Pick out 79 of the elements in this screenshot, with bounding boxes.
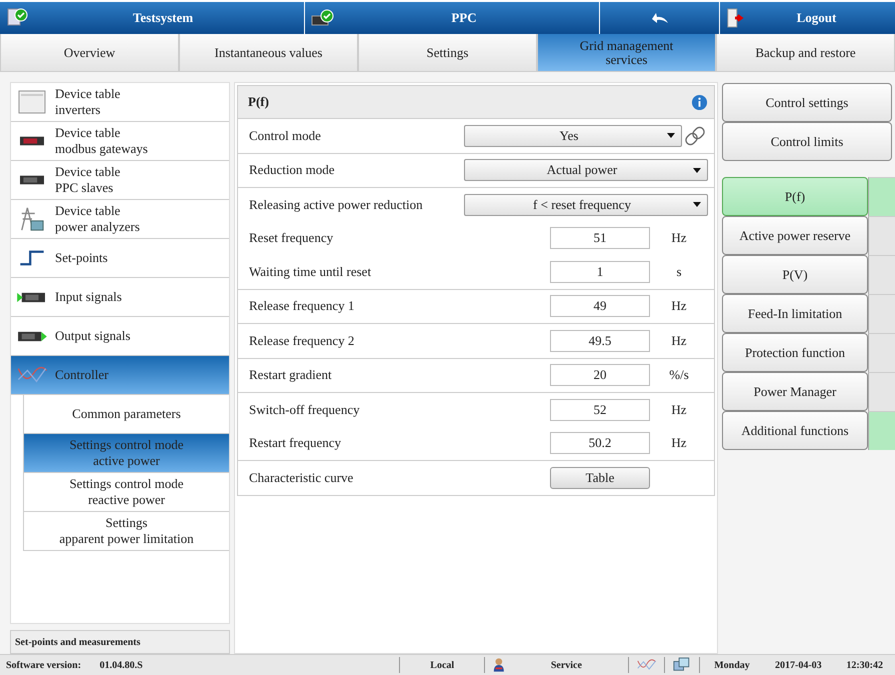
table-button[interactable]: Table: [550, 466, 650, 489]
system-bar[interactable]: Testsystem: [0, 2, 305, 34]
setting-label: Releasing active power reduction: [249, 196, 424, 213]
sidebar-item[interactable]: Controller: [11, 356, 229, 395]
info-icon[interactable]: [691, 94, 708, 110]
nav-tab[interactable]: Backup and restore: [716, 34, 895, 72]
number-field[interactable]: 49: [550, 295, 650, 318]
sidebar-subitem[interactable]: Settings control mode active power: [24, 434, 229, 473]
device-bar[interactable]: PPC: [305, 2, 600, 34]
side-button[interactable]: Control limits: [722, 122, 892, 161]
unit-label: s: [675, 264, 683, 280]
number-field[interactable]: 1: [550, 260, 650, 283]
user-role: Service: [550, 660, 583, 670]
setting-label: Control mode: [249, 128, 322, 144]
weekday: Monday: [713, 660, 751, 670]
logout-button[interactable]: Logout: [720, 2, 895, 34]
caret-icon: [693, 202, 701, 208]
system-name: Testsystem: [132, 10, 194, 26]
signal-out-icon: [17, 330, 47, 342]
time: 12:30:42: [845, 660, 884, 670]
function-button[interactable]: Additional functions: [722, 411, 868, 450]
dropdown[interactable]: Yes: [464, 124, 682, 147]
caret-icon: [693, 168, 701, 173]
setting-label: Release frequency 1: [249, 298, 356, 314]
setting-label: Reset frequency: [249, 230, 334, 246]
unit-label: Hz: [670, 332, 688, 349]
curve-graph-icon[interactable]: [636, 658, 656, 672]
unit-label: Hz: [670, 435, 688, 452]
curve-graph-icon: [16, 365, 48, 385]
setting-label: Restart frequency: [249, 435, 342, 452]
device-ok-icon: [311, 8, 335, 28]
function-button[interactable]: Protection function: [722, 333, 868, 372]
setting-label: Release frequency 2: [249, 332, 356, 349]
controller-device-icon: [19, 174, 45, 186]
setting-label: Restart gradient: [249, 367, 333, 384]
number-field[interactable]: 51: [550, 227, 650, 250]
gateway-device-icon: [19, 135, 45, 147]
nav-tab[interactable]: Overview: [0, 34, 179, 72]
caret-icon: [667, 133, 675, 138]
function-button[interactable]: Active power reserve: [722, 216, 868, 255]
undo-button[interactable]: [600, 2, 720, 34]
exit-door-icon: [726, 8, 744, 28]
number-field[interactable]: 49.5: [550, 330, 650, 352]
setting-label: Characteristic curve: [249, 470, 354, 486]
function-button[interactable]: Feed-In limitation: [722, 294, 868, 333]
step-signal-icon: [18, 249, 46, 267]
function-button[interactable]: P(f): [722, 177, 868, 216]
unit-label: Hz: [670, 230, 688, 246]
date: 2017-04-03: [774, 660, 823, 670]
windows-icon[interactable]: [673, 657, 691, 673]
number-field[interactable]: 50.2: [550, 432, 650, 454]
setting-label: Reduction mode: [249, 162, 336, 178]
dropdown[interactable]: f < reset frequency: [464, 194, 708, 216]
side-button[interactable]: Control settings: [722, 83, 892, 122]
number-field[interactable]: 52: [550, 398, 650, 421]
number-field[interactable]: 20: [550, 364, 650, 386]
nav-tab[interactable]: Settings: [358, 34, 537, 72]
nav-tab[interactable]: Instantaneous values: [179, 34, 358, 72]
unit-label: Hz: [670, 402, 688, 418]
dropdown[interactable]: Actual power: [464, 159, 708, 182]
version-label: Software version:: [6, 660, 82, 670]
inverter-icon: [17, 89, 47, 115]
signal-in-icon: [17, 290, 47, 304]
measurements-header: Set-points and measurements: [10, 630, 230, 654]
nav-tab[interactable]: Grid management services: [537, 34, 716, 72]
function-button[interactable]: Power Manager: [722, 372, 868, 411]
access-mode: Local: [429, 660, 456, 670]
undo-icon: [650, 11, 670, 25]
user-icon: [493, 657, 505, 673]
setting-label: Waiting time until reset: [249, 264, 372, 280]
unit-label: Hz: [670, 298, 688, 314]
function-button[interactable]: P(V): [722, 255, 868, 294]
device-name: PPC: [450, 10, 478, 26]
version-value: 01.04.80.S: [100, 660, 144, 670]
unit-label: %/s: [668, 367, 690, 384]
power-pylon-icon: [18, 206, 46, 232]
panel-title: P(f): [248, 94, 269, 110]
link-icon[interactable]: [684, 124, 706, 147]
setting-label: Switch-off frequency: [249, 402, 361, 418]
